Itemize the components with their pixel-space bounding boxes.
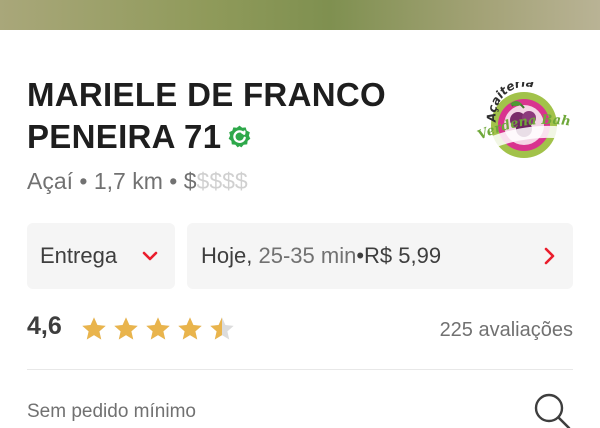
verified-badge-icon bbox=[229, 125, 251, 148]
star-full-icon bbox=[146, 317, 170, 340]
delivery-fee: R$ 5,99 bbox=[364, 243, 442, 268]
price-level-active: $ bbox=[183, 168, 197, 194]
store-logo[interactable]: Açaiteria Verdena Bahia bbox=[472, 82, 578, 164]
info-separator-2: • bbox=[169, 168, 178, 194]
info-separator-1: • bbox=[79, 168, 88, 194]
star-full-icon bbox=[82, 317, 106, 340]
search-icon[interactable] bbox=[531, 391, 573, 428]
reviews-link[interactable]: 225 avaliações bbox=[440, 319, 573, 342]
price-level-inactive: $$$$ bbox=[196, 168, 248, 194]
section-divider bbox=[27, 369, 573, 370]
delivery-time-fee: Hoje, 25-35 min•R$ 5,99 bbox=[201, 243, 441, 269]
rating-stars bbox=[80, 315, 236, 343]
delivery-mode-label: Entrega bbox=[40, 243, 118, 268]
delivery-mode-selector[interactable]: Entrega bbox=[27, 223, 175, 289]
store-name-line-1: MARIELE DE FRANCO bbox=[27, 76, 386, 113]
star-full-icon bbox=[178, 317, 202, 340]
price-level: $$$$$ bbox=[184, 168, 248, 194]
delivery-day: Hoje, bbox=[201, 243, 253, 268]
store-name-line-2-text: PENEIRA 71 bbox=[27, 118, 222, 155]
delivery-time-fee-button[interactable]: Hoje, 25-35 min•R$ 5,99 bbox=[187, 223, 573, 289]
chevron-right-icon bbox=[544, 247, 555, 265]
delivery-separator: • bbox=[356, 243, 365, 268]
delivery-time-range: 25-35 min bbox=[258, 243, 357, 268]
store-banner-image bbox=[0, 0, 600, 30]
store-name-line-2: PENEIRA 71 bbox=[27, 116, 447, 158]
star-half-icon bbox=[210, 317, 234, 340]
rating-value: 4,6 bbox=[27, 312, 62, 340]
minimum-order-info: Sem pedido mínimo bbox=[27, 401, 196, 422]
star-full-icon bbox=[114, 317, 138, 340]
store-title: MARIELE DE FRANCO PENEIRA 71 bbox=[27, 74, 447, 158]
store-category: Açaí bbox=[27, 168, 74, 194]
store-distance: 1,7 km bbox=[93, 168, 163, 194]
chevron-down-icon bbox=[142, 251, 158, 261]
store-info-line: Açaí • 1,7 km • $$$$$ bbox=[27, 168, 248, 195]
